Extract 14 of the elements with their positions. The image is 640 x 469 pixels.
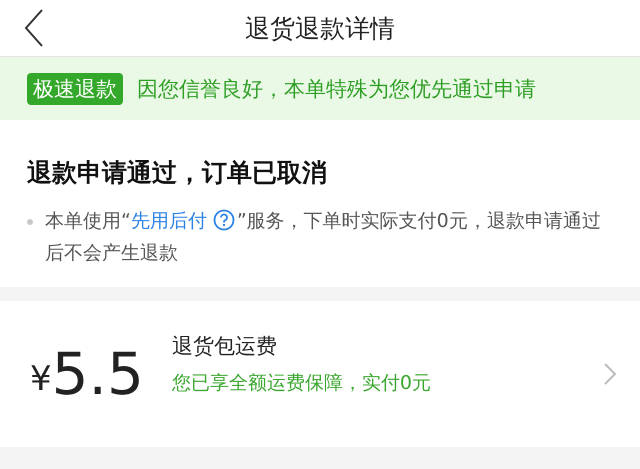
shipping-fee-card[interactable]: ¥5.5 退货包运费 您已享全额运费保障，实付0元 [0,301,640,447]
chevron-icon [604,363,616,385]
notice-text: 因您信誉良好，本单特殊为您优先通过申请 [137,76,536,102]
currency-sign: ¥ [30,359,52,399]
page-title: 退货退款详情 [245,12,395,44]
bullet-dot [27,219,33,225]
fee-detail: 您已享全额运费保障，实付0元 [172,371,432,396]
fee-label: 退货包运费 [172,333,278,360]
status-note: 本单使用“先用后付 ”服务，下单时实际支付0元，退款申请通过后不会产生退款 [45,208,602,266]
status-heading: 退款申请通过，订单已取消 [27,157,328,189]
fee-amount: 5.5 [52,340,144,408]
help-icon[interactable] [212,209,235,231]
pay-later-link[interactable]: 先用后付 [130,210,207,232]
fast-refund-tag: 极速退款 [27,72,123,104]
